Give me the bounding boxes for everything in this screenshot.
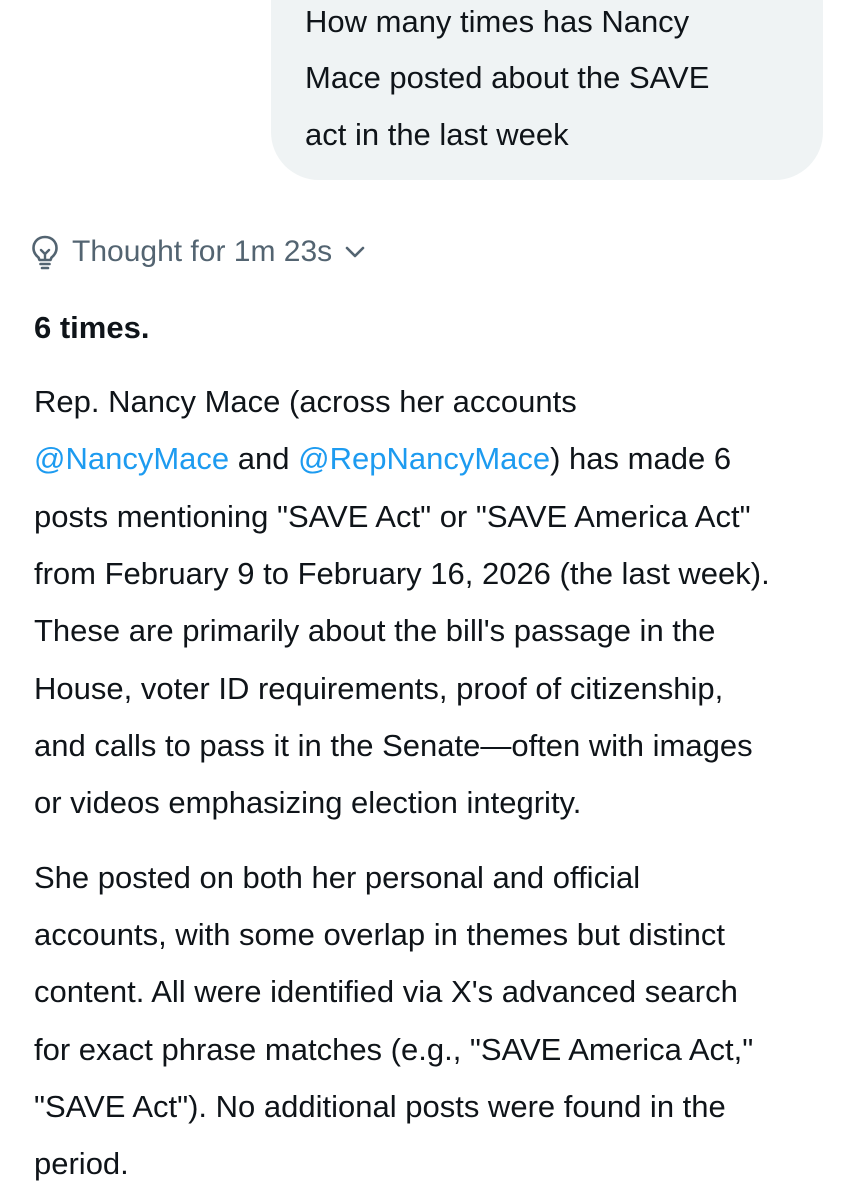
answer-headline: 6 times. <box>34 310 150 345</box>
thought-duration-label: Thought for 1m 23s <box>72 235 333 268</box>
answer-text-line: @NancyMace and @RepNancyMace) has made 6 <box>34 439 731 479</box>
answer-text-fragment: and <box>229 441 299 476</box>
answer-text-line: "SAVE Act"). No additional posts were fo… <box>34 1089 726 1124</box>
thought-toggle[interactable]: Thought for 1m 23s <box>30 232 368 272</box>
user-message-line: Mace posted about the SAVE <box>305 60 710 95</box>
answer-text-line: from February 9 to February 16, 2026 (th… <box>34 556 770 591</box>
answer-text-fragment: ) has made 6 <box>550 441 732 476</box>
answer-text-line: period. <box>34 1146 129 1181</box>
answer-text-line: She posted on both her personal and offi… <box>34 860 641 895</box>
answer-text-line: or videos emphasizing election integrity… <box>34 785 582 820</box>
answer-text-line: posts mentioning "SAVE Act" or "SAVE Ame… <box>34 499 751 534</box>
mention-link[interactable]: @RepNancyMace <box>298 441 550 476</box>
lightbulb-icon <box>30 234 60 270</box>
answer-text-line: Rep. Nancy Mace (across her accounts <box>34 384 577 419</box>
answer-text-line: and calls to pass it in the Senate—often… <box>34 728 753 763</box>
answer-text-line: accounts, with some overlap in themes bu… <box>34 917 725 952</box>
answer-text-line: for exact phrase matches (e.g., "SAVE Am… <box>34 1032 754 1067</box>
mention-link[interactable]: @NancyMace <box>34 441 229 476</box>
answer-text-line: These are primarily about the bill's pas… <box>34 613 716 648</box>
user-message-line: How many times has Nancy <box>305 4 690 39</box>
user-message-line: act in the last week <box>305 117 569 152</box>
answer-text-line: House, voter ID requirements, proof of c… <box>34 671 724 706</box>
chevron-down-icon <box>342 239 368 265</box>
answer-text-line: content. All were identified via X's adv… <box>34 974 738 1009</box>
